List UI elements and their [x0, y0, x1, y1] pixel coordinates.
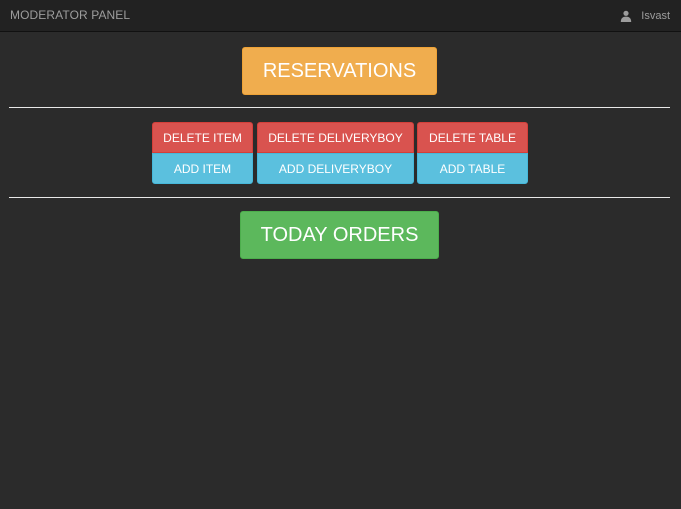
- today-orders-button[interactable]: TODAY ORDERS: [240, 211, 439, 259]
- navbar-brand[interactable]: MODERATOR PANEL: [10, 8, 130, 22]
- reservations-button[interactable]: RESERVATIONS: [242, 47, 437, 95]
- add-deliveryboy-button[interactable]: ADD DELIVERYBOY: [257, 153, 414, 184]
- top-navbar: MODERATOR PANEL Isvast: [0, 0, 681, 32]
- user-icon: [621, 10, 632, 22]
- username-label: Isvast: [641, 10, 670, 22]
- add-table-button[interactable]: ADD TABLE: [417, 153, 528, 184]
- divider-top: [9, 107, 670, 108]
- add-item-button[interactable]: ADD ITEM: [152, 153, 253, 184]
- delete-item-button[interactable]: DELETE ITEM: [152, 122, 253, 153]
- delete-table-button[interactable]: DELETE TABLE: [417, 122, 528, 153]
- divider-bottom: [9, 197, 670, 198]
- delete-deliveryboy-button[interactable]: DELETE DELIVERYBOY: [257, 122, 414, 153]
- user-menu[interactable]: Isvast: [620, 8, 670, 24]
